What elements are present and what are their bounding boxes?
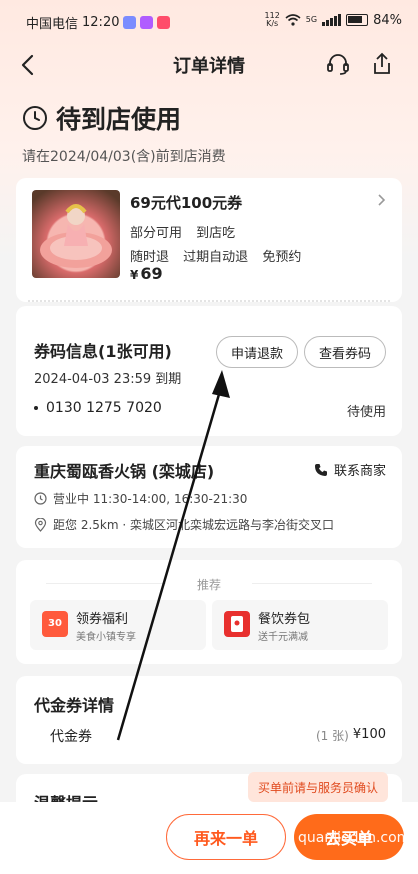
net-speed-unit: K/s xyxy=(266,19,279,28)
status-right: 112 K/s 5G 84% xyxy=(265,12,402,28)
watermark: quanjiedan.com xyxy=(298,830,411,846)
carrier-label: 中国电信 xyxy=(26,17,79,32)
recommend-card: 推荐 30 领券福利 美食小镇专享 餐饮券包 送千元满减 xyxy=(16,560,402,664)
network-type: 5G xyxy=(305,15,318,24)
coupon-title: 券码信息(1张可用) xyxy=(34,342,172,361)
hotpot-illustration xyxy=(40,204,112,268)
refund-button[interactable]: 申请退款 xyxy=(216,336,298,368)
deal-tag: 部分可用 xyxy=(130,226,183,241)
nav-header: 订单详情 xyxy=(0,40,418,88)
recommend-item-desc: 送千元满减 xyxy=(258,632,308,643)
view-code-button[interactable]: 查看券码 xyxy=(304,336,386,368)
net-speed: 112 K/s xyxy=(265,12,280,28)
customer-service-button[interactable] xyxy=(324,50,352,78)
order-status-subtitle: 请在2024/04/03(含)前到店消费 xyxy=(22,149,226,165)
store-address[interactable]: 距您 2.5km · 栾城区河北栾城宏远路与李冶街交叉口 xyxy=(34,516,334,533)
coupon-code-row: 0130 1275 7020 xyxy=(34,400,162,416)
status-left: 中国电信 12:20 xyxy=(26,13,171,32)
reorder-button[interactable]: 再来一单 xyxy=(166,814,286,860)
battery-icon xyxy=(346,14,369,26)
store-card[interactable]: 重庆蜀瓯香火锅 (栾城店) 联系商家 营业中 11:30-14:00, 16:3… xyxy=(16,446,402,548)
voucher-price: ¥100 xyxy=(352,727,386,742)
recommend-item-desc: 美食小镇专享 xyxy=(76,632,136,643)
music-app-icon xyxy=(157,16,171,29)
currency-symbol: ¥ xyxy=(130,268,139,282)
card-divider xyxy=(28,300,390,302)
deal-price-value: 69 xyxy=(140,264,163,283)
clock-icon xyxy=(23,106,47,130)
voucher-name: 代金券 xyxy=(50,729,92,745)
share-button[interactable] xyxy=(368,50,396,78)
voucher-detail-card: 代金券详情 代金券 (1 张) ¥100 xyxy=(16,676,402,764)
divider-line xyxy=(252,583,372,584)
deal-tags-primary: 部分可用 到店吃 xyxy=(130,222,245,241)
recommend-item-name: 餐饮券包 xyxy=(258,612,311,627)
page-title: 订单详情 xyxy=(173,56,245,77)
recommend-item-food-pack[interactable]: 餐饮券包 送千元满减 xyxy=(212,600,388,650)
store-address-text: 距您 2.5km · 栾城区河北栾城宏远路与李冶街交叉口 xyxy=(53,518,334,532)
deal-tag: 随时退 xyxy=(130,250,170,265)
recommend-item-coupon-welfare[interactable]: 30 领券福利 美食小镇专享 xyxy=(30,600,206,650)
store-hours-text: 营业中 11:30-14:00, 16:30-21:30 xyxy=(53,492,248,506)
coupon-welfare-icon: 30 xyxy=(42,611,68,637)
battery-level: 84% xyxy=(373,12,402,28)
headset-icon xyxy=(327,54,349,75)
deal-tags-secondary: 随时退 过期自动退 免预约 xyxy=(130,246,311,265)
deal-tag: 免预约 xyxy=(262,250,302,265)
coupon-status: 待使用 xyxy=(346,405,386,420)
recommend-item-name: 领券福利 xyxy=(76,612,129,627)
voucher-detail-title: 代金券详情 xyxy=(34,696,115,715)
wifi-icon xyxy=(285,14,301,26)
deal-image xyxy=(32,190,120,278)
deal-tag: 到店吃 xyxy=(196,226,236,241)
share-icon xyxy=(374,52,390,74)
voucher-quantity: (1 张) xyxy=(316,729,349,743)
recommend-label: 推荐 xyxy=(196,578,221,592)
location-pin-icon xyxy=(34,517,47,532)
deal-title: 69元代100元券 xyxy=(130,194,243,212)
coupon-card: 券码信息(1张可用) 2024-04-03 23:59 到期 申请退款 查看券码… xyxy=(16,306,402,436)
coupon-code: 0130 1275 7020 xyxy=(46,400,162,416)
phone-icon xyxy=(314,463,327,476)
store-hours: 营业中 11:30-14:00, 16:30-21:30 xyxy=(34,490,247,507)
status-bar: 中国电信 12:20 112 K/s 5G 84% xyxy=(0,0,418,40)
clock: 12:20 xyxy=(82,15,120,30)
clock-small-icon xyxy=(34,492,47,505)
deal-tag: 过期自动退 xyxy=(183,250,249,265)
confirm-tip-bubble: 买单前请与服务员确认 xyxy=(248,772,389,802)
bullet-dot xyxy=(34,406,38,410)
video-app-icon xyxy=(140,16,154,29)
contact-merchant-label: 联系商家 xyxy=(333,464,386,479)
order-status: 待到店使用 请在2024/04/03(含)前到店消费 xyxy=(22,100,226,166)
store-name: 重庆蜀瓯香火锅 (栾城店) xyxy=(34,462,215,481)
coupon-expire: 2024-04-03 23:59 到期 xyxy=(34,372,182,387)
deal-price: ¥69 xyxy=(130,264,163,283)
deal-card[interactable]: 69元代100元券 部分可用 到店吃 随时退 过期自动退 免预约 ¥69 xyxy=(16,178,402,302)
red-envelope-icon xyxy=(224,611,250,637)
signal-icon xyxy=(322,14,342,26)
app-notification-icon xyxy=(123,16,137,29)
chevron-right-icon[interactable] xyxy=(374,192,388,208)
order-status-text: 待到店使用 xyxy=(56,105,182,134)
envelope-icon xyxy=(231,616,243,632)
coupon-badge: 30 xyxy=(48,618,62,629)
order-status-title: 待到店使用 xyxy=(22,100,226,136)
contact-merchant-button[interactable]: 联系商家 xyxy=(314,460,386,479)
